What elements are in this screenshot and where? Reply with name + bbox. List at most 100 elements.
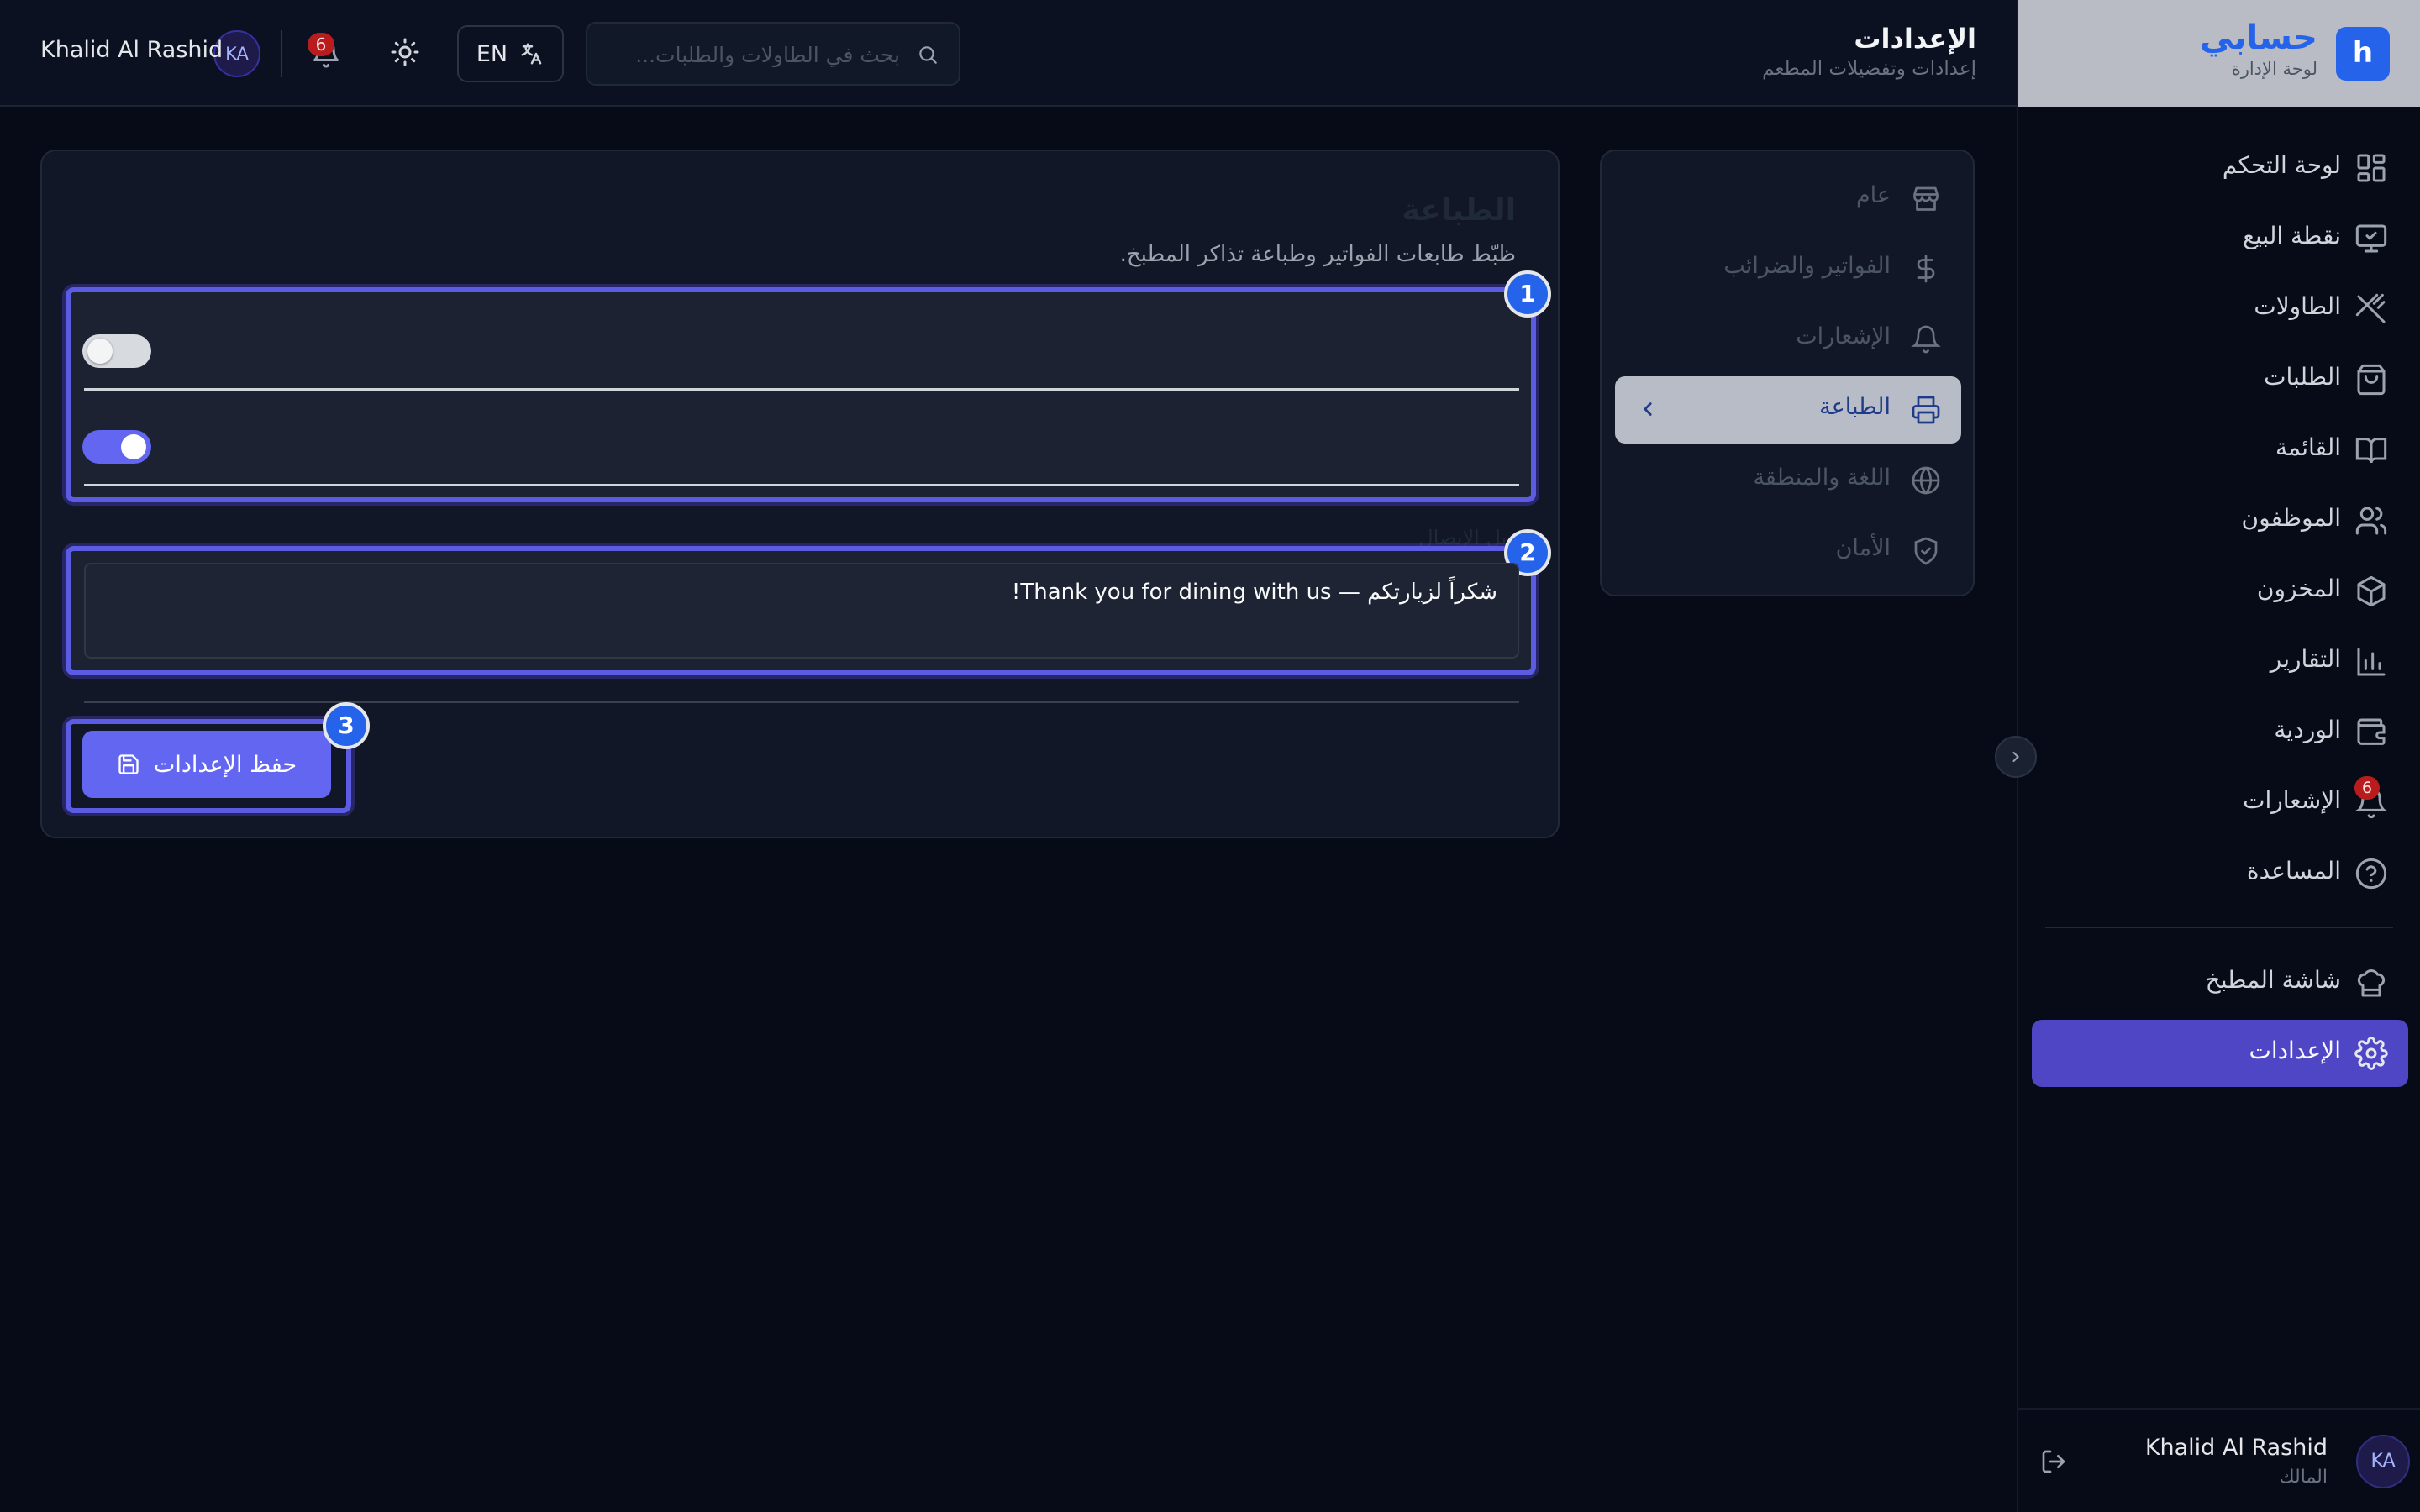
save-button-label: حفظ الإعدادات (153, 751, 297, 778)
sidebar: h حسابي لوحة الإدارة لوحة التحكم نقطة ال… (2017, 0, 2420, 1512)
settings-nav: عام الفواتير والضرائب الإشعارات الطباعة … (1600, 150, 1975, 596)
user-name[interactable]: Khalid Al Rashid (40, 37, 223, 63)
section-description: ظبّط طابعات الفواتير وطباعة تذاكر المطبخ… (1119, 242, 1516, 267)
chevron-right-icon (2007, 748, 2024, 765)
sidebar-item-settings[interactable]: الإعدادات (2032, 1020, 2408, 1087)
top-bar: الإعدادات إعدادات وتفضيلات المطعم EN 6 K… (0, 0, 2017, 107)
brand-subtitle: لوحة الإدارة (2231, 59, 2317, 79)
chevron-left-icon (1637, 398, 1659, 420)
settings-tab-label: الفواتير والضرائب (1723, 253, 1891, 279)
receipt-footer-field[interactable]: شكراً لزيارتكم — Thank you for dining wi… (84, 563, 1519, 659)
search-icon (917, 44, 939, 66)
language-label: EN (476, 40, 508, 67)
avatar[interactable]: KA (2356, 1435, 2410, 1488)
sidebar-item-label: الإعدادات (2249, 1037, 2341, 1064)
row-divider (84, 484, 1519, 486)
search-box[interactable] (586, 22, 960, 86)
page-title: الإعدادات (1854, 23, 1976, 55)
settings-tab-general[interactable]: عام (1615, 165, 1961, 232)
row-divider (84, 388, 1519, 391)
divider (2045, 927, 2393, 928)
save-settings-button[interactable]: حفظ الإعدادات (82, 731, 331, 798)
sidebar-item-help[interactable]: المساعدة (2018, 840, 2420, 907)
shield-icon (1911, 536, 1941, 566)
monitor-icon (2354, 222, 2388, 255)
user-name: Khalid Al Rashid (2144, 1435, 2328, 1461)
sidebar-item-label: الوردية (2274, 716, 2341, 743)
printing-toggle-1[interactable] (82, 334, 151, 368)
search-input[interactable] (614, 35, 900, 74)
sidebar-item-staff[interactable]: الموظفون (2018, 487, 2420, 554)
brand-name: حسابي (2199, 18, 2317, 57)
sidebar-item-label: الموظفون (2241, 504, 2341, 532)
brand-area: h حسابي لوحة الإدارة (2018, 0, 2420, 107)
notification-badge: 6 (2354, 776, 2380, 800)
logout-icon[interactable] (2040, 1448, 2067, 1475)
sidebar-item-label: لوحة التحكم (2222, 151, 2341, 179)
users-icon (2354, 504, 2388, 538)
translate-icon (519, 41, 544, 66)
printer-icon (1911, 395, 1941, 425)
settings-tab-label: الطباعة (1819, 394, 1891, 420)
sidebar-collapse-button[interactable] (1995, 736, 2037, 778)
divider (281, 30, 282, 77)
bar-chart-icon (2354, 645, 2388, 679)
settings-tab-label: عام (1855, 182, 1891, 208)
sidebar-item-label: نقطة البيع (2243, 222, 2341, 249)
sidebar-item-kitchen[interactable]: شاشة المطبخ (2018, 949, 2420, 1016)
sun-icon[interactable] (390, 37, 420, 67)
utensils-icon (2354, 292, 2388, 326)
store-icon (1911, 183, 1941, 213)
settings-tab-printing[interactable]: الطباعة (1615, 376, 1961, 444)
shopping-bag-icon (2354, 363, 2388, 396)
toggle-knob (87, 339, 113, 364)
settings-tab-notifications[interactable]: الإشعارات (1615, 306, 1961, 373)
sidebar-item-pos[interactable]: نقطة البيع (2018, 205, 2420, 272)
sidebar-item-notifications[interactable]: 6 الإشعارات (2018, 769, 2420, 837)
book-icon (2354, 433, 2388, 467)
save-icon (117, 753, 140, 776)
sidebar-item-menu[interactable]: القائمة (2018, 417, 2420, 484)
settings-tab-language[interactable]: اللغة والمنطقة (1615, 447, 1961, 514)
annotation-marker-1: 1 (1504, 270, 1551, 318)
notification-badge: 6 (308, 33, 334, 56)
toggle-knob (121, 434, 146, 459)
dollar-icon (1911, 254, 1941, 284)
settings-tab-label: الأمان (1835, 535, 1891, 561)
sidebar-item-label: المخزون (2256, 575, 2341, 602)
brand-logo: h (2336, 27, 2390, 81)
chef-hat-icon (2354, 966, 2388, 1000)
sidebar-item-orders[interactable]: الطلبات (2018, 346, 2420, 413)
sidebar-item-inventory[interactable]: المخزون (2018, 558, 2420, 625)
page-subtitle: إعدادات وتفضيلات المطعم (1762, 58, 1976, 80)
page-header: الإعدادات إعدادات وتفضيلات المطعم (1762, 22, 1976, 82)
package-icon (2354, 575, 2388, 608)
dashboard-icon (2354, 151, 2388, 185)
section-title: الطباعة (1402, 193, 1516, 228)
user-role: المالك (2279, 1467, 2328, 1488)
settings-tab-security[interactable]: الأمان (1615, 517, 1961, 585)
help-icon (2354, 857, 2388, 890)
language-button[interactable]: EN (457, 25, 564, 82)
settings-icon (2354, 1037, 2388, 1070)
bell-icon (1911, 324, 1941, 354)
sidebar-item-label: الإشعارات (2243, 786, 2341, 814)
sidebar-item-tables[interactable]: الطاولات (2018, 276, 2420, 343)
wallet-icon (2354, 716, 2388, 749)
sidebar-item-reports[interactable]: التقارير (2018, 628, 2420, 696)
sidebar-item-label: القائمة (2275, 433, 2341, 461)
sidebar-item-label: شاشة المطبخ (2205, 966, 2341, 994)
printing-toggle-2[interactable] (82, 430, 151, 464)
divider (84, 701, 1519, 703)
printing-settings-card: الطباعة ظبّط طابعات الفواتير وطباعة تذاك… (40, 150, 1560, 838)
sidebar-item-dashboard[interactable]: لوحة التحكم (2018, 134, 2420, 202)
settings-tab-billing[interactable]: الفواتير والضرائب (1615, 235, 1961, 302)
highlight-box-1 (66, 287, 1536, 502)
sidebar-user: KA Khalid Al Rashid المالك (2018, 1408, 2420, 1512)
settings-tab-label: اللغة والمنطقة (1753, 465, 1891, 491)
sidebar-item-shift[interactable]: الوردية (2018, 699, 2420, 766)
annotation-marker-3: 3 (323, 702, 370, 749)
sidebar-item-label: التقارير (2270, 645, 2341, 673)
sidebar-item-label: المساعدة (2246, 857, 2341, 885)
settings-tab-label: الإشعارات (1796, 323, 1891, 349)
